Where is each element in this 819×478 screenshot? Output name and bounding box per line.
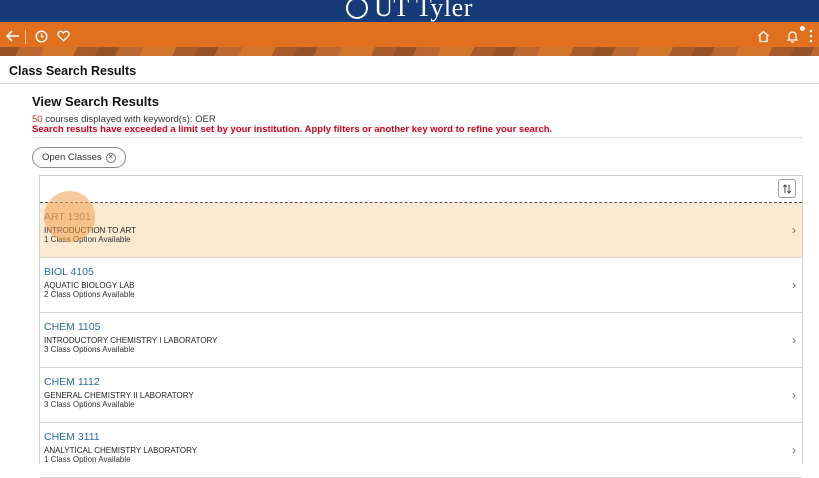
class-options-count: 2 Class Options Available: [44, 290, 135, 299]
course-code[interactable]: CHEM 1112: [44, 376, 802, 388]
more-options-icon[interactable]: [806, 26, 816, 46]
course-code[interactable]: BIOL 4105: [44, 266, 802, 278]
open-classes-filter-chip[interactable]: Open Classes ✕: [32, 147, 126, 168]
sort-button[interactable]: [778, 179, 796, 198]
course-row[interactable]: BIOL 4105 AQUATIC BIOLOGY LAB 2 Class Op…: [40, 258, 802, 313]
class-options-count: 1 Class Option Available: [44, 455, 131, 464]
filter-chip-label: Open Classes: [42, 152, 102, 163]
heart-icon[interactable]: [53, 26, 73, 46]
class-options-count: 3 Class Options Available: [44, 400, 135, 409]
results-toolbar: [40, 176, 802, 203]
course-code[interactable]: CHEM 3111: [44, 431, 802, 443]
course-title: AQUATIC BIOLOGY LAB: [44, 281, 135, 290]
chevron-right-icon: ›: [792, 388, 796, 402]
bell-icon[interactable]: [782, 26, 805, 46]
notification-dot: [800, 26, 805, 31]
course-row[interactable]: CHEM 3111 ANALYTICAL CHEMISTRY LABORATOR…: [40, 423, 802, 478]
nav-bar: [0, 22, 819, 56]
chevron-right-icon: ›: [792, 333, 796, 347]
results-heading: View Search Results: [32, 94, 159, 109]
brand-name: UT Tyler: [374, 0, 473, 22]
page-title: Class Search Results: [9, 64, 137, 78]
course-row[interactable]: CHEM 1105 INTRODUCTORY CHEMISTRY I LABOR…: [40, 313, 802, 368]
class-options-count: 1 Class Option Available: [44, 235, 131, 244]
warning-divider: [32, 137, 803, 138]
brand-logo: UT Tyler: [0, 0, 819, 22]
chevron-right-icon: ›: [792, 278, 796, 292]
course-title: INTRODUCTORY CHEMISTRY I LABORATORY: [44, 336, 218, 345]
clock-icon[interactable]: [31, 26, 51, 46]
remove-filter-icon[interactable]: ✕: [105, 152, 116, 163]
course-title: ANALYTICAL CHEMISTRY LABORATORY: [44, 446, 198, 455]
course-row[interactable]: CHEM 1112 GENERAL CHEMISTRY II LABORATOR…: [40, 368, 802, 423]
course-row[interactable]: ART 1301 INTRODUCTION TO ART 1 Class Opt…: [40, 203, 802, 258]
title-divider: [0, 83, 819, 84]
results-list: ART 1301 INTRODUCTION TO ART 1 Class Opt…: [39, 175, 803, 478]
class-options-count: 3 Class Options Available: [44, 345, 135, 354]
nav-separator: [25, 30, 26, 44]
home-icon[interactable]: [753, 26, 773, 46]
seal-icon: [346, 0, 369, 20]
back-arrow-icon[interactable]: [3, 26, 23, 46]
course-code[interactable]: ART 1301: [44, 211, 802, 223]
course-title: INTRODUCTION TO ART: [44, 226, 137, 235]
chevron-right-icon: ›: [792, 223, 796, 237]
course-title: GENERAL CHEMISTRY II LABORATORY: [44, 391, 194, 400]
decorative-pattern: [0, 47, 819, 56]
results-limit-warning: Search results have exceeded a limit set…: [32, 124, 553, 135]
chevron-right-icon: ›: [792, 443, 796, 457]
brand-band: UT Tyler: [0, 0, 819, 22]
course-code[interactable]: CHEM 1105: [44, 321, 802, 333]
sort-arrows-icon: [782, 183, 792, 194]
